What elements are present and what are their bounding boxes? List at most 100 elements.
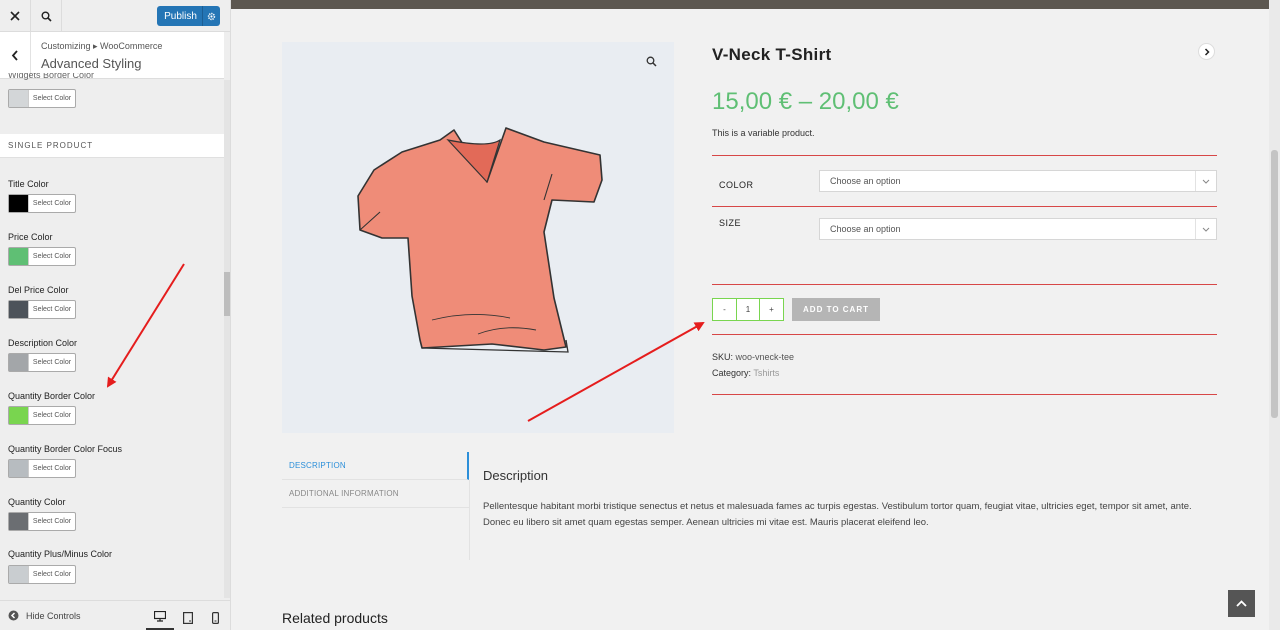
widgets-border-color-picker[interactable]: Select Color [8,89,76,108]
site-preview: V-Neck T-Shirt 15,00 € – 20,00 € This is… [231,0,1280,630]
quantity-plus-minus-color-picker[interactable]: Select Color [8,565,76,584]
customizer-topbar: Publish [0,0,230,32]
select-value: Choose an option [830,176,901,186]
chevron-right-icon [1204,47,1210,56]
partial-control-label: Widgets Border Color [8,73,95,80]
control-label-quantity-plus-minus-color: Quantity Plus/Minus Color [8,549,113,559]
publish-label: Publish [164,10,197,22]
select-color-label: Select Color [32,571,72,578]
customizer-footer: Hide Controls [0,600,230,630]
color-swatch [9,354,29,371]
select-color-label: Select Color [32,412,72,419]
add-to-cart-button[interactable]: ADD TO CART [792,298,880,321]
back-button[interactable] [0,32,31,79]
control-label-del-price-color: Del Price Color [8,285,69,295]
tshirt-illustration [357,127,603,353]
close-button[interactable] [0,0,31,32]
qty-plus-button[interactable]: + [760,299,783,320]
control-label-quantity-color: Quantity Color [8,497,66,507]
control-label-description-color: Description Color [8,338,78,348]
control-label-price-color: Price Color [8,232,53,242]
close-icon [10,11,20,21]
search-button[interactable] [31,0,62,32]
product-tabs: DESCRIPTION ADDITIONAL INFORMATION [282,452,469,508]
breadcrumb: Customizing ▸ WooCommerce [41,41,163,51]
preview-desktop-button[interactable] [146,605,174,630]
chevron-down-icon [1202,179,1210,184]
qty-minus-button[interactable]: - [713,299,737,320]
sidebar-scrollbar[interactable] [224,80,230,598]
sidebar-scrollbar-thumb[interactable] [224,272,230,316]
tablet-icon [183,612,193,624]
select-color-label: Select Color [32,253,72,260]
hide-controls-button[interactable]: Hide Controls [8,610,81,621]
control-label-title-color: Title Color [8,179,49,189]
color-select[interactable]: Choose an option [819,170,1217,192]
hide-controls-label: Hide Controls [26,610,81,621]
search-icon [41,11,52,22]
divider [712,394,1217,395]
select-color-label: Select Color [32,518,72,525]
chevron-left-icon [11,50,18,61]
quantity-color-picker[interactable]: Select Color [8,512,76,531]
category-link[interactable]: Tshirts [753,368,779,378]
tab-divider [469,480,470,560]
description-heading: Description [483,468,549,483]
control-label-quantity-border-color: Quantity Border Color [8,391,96,401]
scroll-to-top-button[interactable] [1228,590,1255,617]
description-color-picker[interactable]: Select Color [8,353,76,372]
sku-label: SKU: [712,352,734,362]
product-short-description: This is a variable product. [712,128,815,138]
quantity-border-color-picker[interactable]: Select Color [8,406,76,425]
qty-input[interactable]: 1 [737,299,760,320]
select-caret [1195,219,1216,239]
section-header: Customizing ▸ WooCommerce Advanced Styli… [0,32,224,79]
next-product-button[interactable] [1198,43,1215,60]
product-image[interactable] [282,42,674,433]
price-color-picker[interactable]: Select Color [8,247,76,266]
publish-button[interactable]: Publish [157,6,220,26]
quantity-border-color-focus-picker[interactable]: Select Color [8,459,76,478]
select-color-label: Select Color [32,95,72,102]
page-scrollbar-thumb[interactable] [1271,150,1278,418]
mobile-icon [211,612,219,624]
product-category: Category: Tshirts [712,368,779,378]
select-color-label: Select Color [32,306,72,313]
chevron-down-icon [1202,227,1210,232]
color-swatch [9,301,29,318]
color-swatch [9,513,29,530]
title-color-picker[interactable]: Select Color [8,194,76,213]
divider [712,155,1217,156]
divider [712,284,1217,285]
quantity-stepper: - 1 + [712,298,784,321]
description-body: Pellentesque habitant morbi tristique se… [483,501,1192,528]
tab-additional-information[interactable]: ADDITIONAL INFORMATION [282,480,469,508]
single-product-section-header: SINGLE PRODUCT [0,134,224,158]
control-label-quantity-border-color-focus: Quantity Border Color Focus [8,444,123,454]
size-select[interactable]: Choose an option [819,218,1217,240]
related-products-heading: Related products [282,610,388,626]
select-color-label: Select Color [32,359,72,366]
color-swatch [9,407,29,424]
select-color-label: Select Color [32,200,72,207]
product-price: 15,00 € – 20,00 € [712,88,899,115]
select-caret [1195,171,1216,191]
zoom-button[interactable] [646,54,657,72]
zoom-icon [646,56,657,67]
product-title: V-Neck T-Shirt [712,45,832,64]
tab-description[interactable]: DESCRIPTION [282,452,469,480]
color-swatch [9,248,29,265]
product-sku: SKU: woo-vneck-tee [712,352,794,362]
category-label: Category: [712,368,752,378]
collapse-icon [8,610,19,621]
del-price-color-picker[interactable]: Select Color [8,300,76,319]
publish-settings-button[interactable] [202,6,220,26]
preview-tablet-button[interactable] [174,605,202,630]
header-image-strip [231,0,1269,9]
color-swatch [9,566,29,583]
color-swatch [9,90,29,107]
select-value: Choose an option [830,224,901,234]
color-swatch [9,460,29,477]
preview-mobile-button[interactable] [201,605,229,630]
section-title: Advanced Styling [41,56,142,71]
